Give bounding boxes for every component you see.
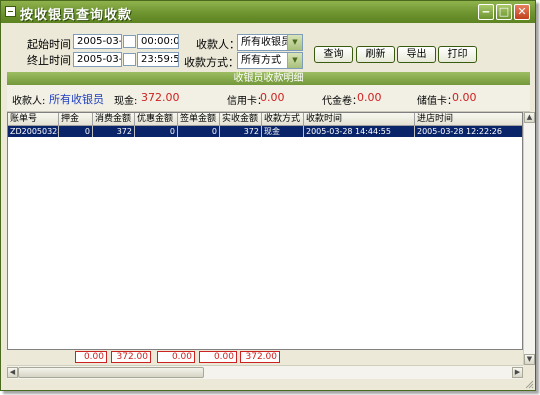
cashier-filter-label: 收款人： bbox=[196, 38, 240, 51]
column-header[interactable]: 账单号 bbox=[8, 113, 59, 125]
window-title: 按收银员查询收款 bbox=[20, 8, 133, 23]
total-deposit: 0.00 bbox=[75, 351, 107, 363]
bill-number-cell: ZD200503280001 bbox=[10, 126, 59, 137]
deposit-cell: 0 bbox=[59, 126, 93, 137]
horizontal-scrollbar[interactable]: ◀ ▶ bbox=[7, 365, 523, 379]
method-select-value: 所有方式 bbox=[241, 55, 281, 66]
start-time-checkbox[interactable] bbox=[123, 35, 136, 48]
payment-time-cell: 2005-03-28 14:44:55 bbox=[304, 126, 415, 137]
minimize-icon[interactable]: ‒ bbox=[478, 4, 494, 20]
column-header[interactable]: 收款时间 bbox=[304, 113, 415, 125]
credit-sign-cell: 0 bbox=[178, 126, 220, 137]
chevron-down-icon[interactable]: ▼ bbox=[287, 35, 302, 50]
print-button[interactable]: 打印 bbox=[438, 46, 477, 63]
column-header[interactable]: 进店时间 bbox=[415, 113, 522, 125]
scroll-up-icon[interactable]: ▲ bbox=[524, 112, 535, 123]
summary-voucher-value: 0.00 bbox=[357, 91, 382, 104]
title-bar[interactable]: 按收银员查询收款 ‒ □ ✕ bbox=[1, 1, 535, 23]
chevron-down-icon[interactable]: ▼ bbox=[287, 53, 302, 68]
totals-row: 0.00 372.00 0.00 0.00 372.00 bbox=[7, 350, 523, 364]
refresh-button[interactable]: 刷新 bbox=[356, 46, 395, 63]
column-header[interactable]: 收款方式 bbox=[262, 113, 304, 125]
column-header[interactable]: 消费金额 bbox=[93, 113, 135, 125]
payment-method-cell: 现金 bbox=[262, 126, 304, 137]
summary-cashier-value: 所有收银员 bbox=[49, 93, 104, 106]
end-time-checkbox[interactable] bbox=[123, 53, 136, 66]
total-discount: 0.00 bbox=[157, 351, 195, 363]
column-header[interactable]: 签单金额 bbox=[178, 113, 220, 125]
consumption-cell: 372 bbox=[93, 126, 135, 137]
column-header[interactable]: 实收金额 bbox=[220, 113, 262, 125]
scroll-left-icon[interactable]: ◀ bbox=[7, 367, 18, 378]
summary-stored-value: 0.00 bbox=[452, 91, 477, 104]
total-consumption: 372.00 bbox=[111, 351, 151, 363]
column-header[interactable]: 优惠金额 bbox=[135, 113, 178, 125]
summary-stored-label: 储值卡： bbox=[417, 96, 457, 107]
received-cell: 372 bbox=[220, 126, 262, 137]
scroll-right-icon[interactable]: ▶ bbox=[512, 367, 523, 378]
query-window: 按收银员查询收款 ‒ □ ✕ 起始时间： 2005-03-28 00:00:01… bbox=[0, 0, 536, 391]
summary-cashier-label: 收款人: bbox=[12, 96, 46, 107]
cashier-select[interactable]: 所有收银员 ▼ bbox=[237, 34, 303, 51]
query-button[interactable]: 查询 bbox=[314, 46, 353, 63]
summary-cash-label: 现金: bbox=[114, 96, 138, 107]
total-credit-sign: 0.00 bbox=[199, 351, 237, 363]
section-title: 收银员收款明细 bbox=[7, 72, 530, 85]
scroll-down-icon[interactable]: ▼ bbox=[524, 354, 535, 365]
resize-grip-icon[interactable] bbox=[524, 379, 534, 389]
column-header[interactable]: 押金 bbox=[59, 113, 93, 125]
summary-voucher-label: 代金卷： bbox=[322, 96, 362, 107]
summary-bar: 收款人: 所有收银员 现金: 372.00 信用卡： 0.00 代金卷： 0.0… bbox=[7, 85, 530, 112]
maximize-icon[interactable]: □ bbox=[496, 4, 512, 20]
detail-table: 账单号 押金 消费金额 优惠金额 签单金额 实收金额 收款方式 收款时间 进店时… bbox=[7, 112, 523, 350]
end-date-field[interactable]: 2005-03-28 bbox=[73, 52, 122, 67]
table-header: 账单号 押金 消费金额 优惠金额 签单金额 实收金额 收款方式 收款时间 进店时… bbox=[8, 113, 522, 126]
cashier-select-value: 所有收银员 bbox=[241, 37, 291, 48]
window-menu-icon[interactable] bbox=[5, 6, 16, 17]
discount-cell: 0 bbox=[135, 126, 178, 137]
vertical-scrollbar[interactable]: ▲ ▼ bbox=[523, 112, 535, 365]
checkin-time-cell: 2005-03-28 12:22:26 bbox=[415, 126, 522, 137]
export-button[interactable]: 导出 bbox=[397, 46, 436, 63]
summary-credit-value: 0.00 bbox=[260, 91, 285, 104]
method-select[interactable]: 所有方式 ▼ bbox=[237, 52, 303, 69]
table-row[interactable]: ZD200503280001 0 372 0 0 372 现金 2005-03-… bbox=[8, 126, 522, 137]
start-clock-field[interactable]: 00:00:01 bbox=[137, 34, 179, 49]
total-received: 372.00 bbox=[240, 351, 280, 363]
horizontal-scroll-thumb[interactable] bbox=[18, 367, 204, 378]
summary-cash-value: 372.00 bbox=[141, 91, 180, 104]
end-clock-field[interactable]: 23:59:59 bbox=[137, 52, 179, 67]
start-date-field[interactable]: 2005-03-28 bbox=[73, 34, 122, 49]
method-filter-label: 收款方式： bbox=[184, 56, 239, 69]
close-icon[interactable]: ✕ bbox=[514, 4, 530, 20]
